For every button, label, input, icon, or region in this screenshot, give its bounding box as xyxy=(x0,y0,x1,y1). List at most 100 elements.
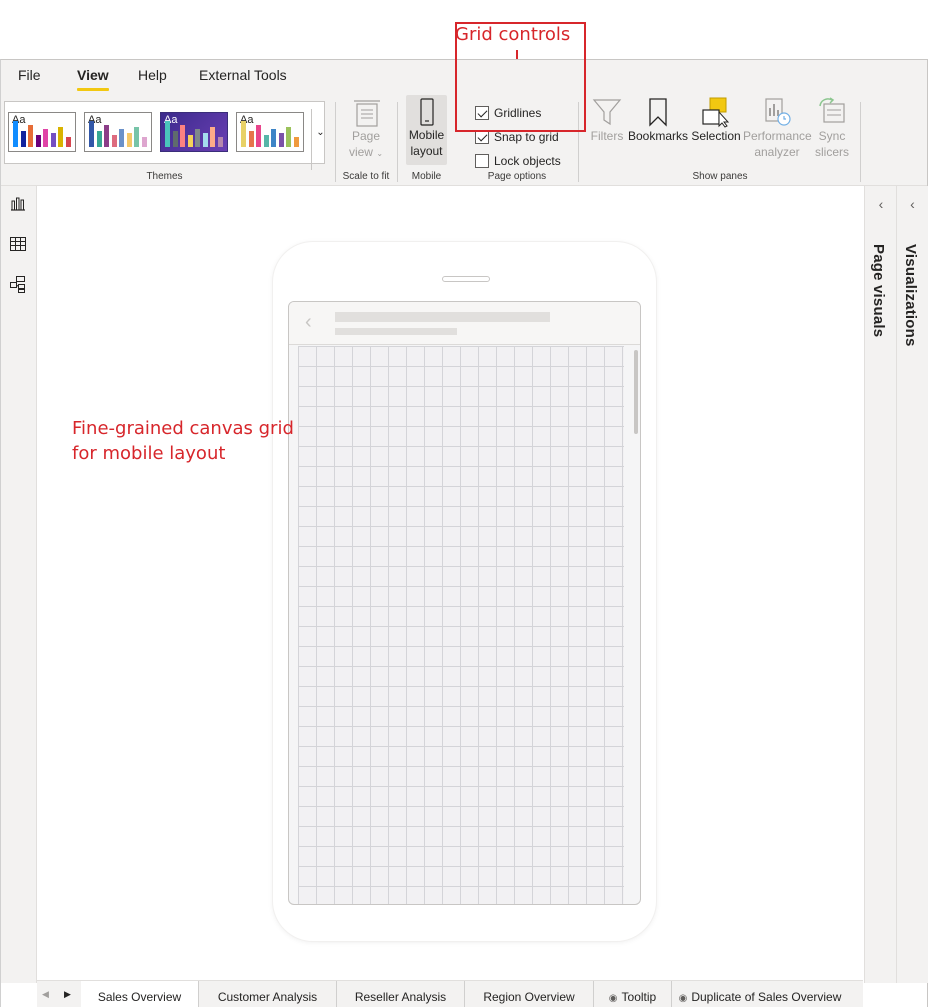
theme-color-bar xyxy=(263,135,269,147)
tab-duplicate-sales-overview[interactable]: ◉ Duplicate of Sales Overview xyxy=(672,981,848,1007)
sync-label-1: Sync xyxy=(818,129,846,143)
canvas-grid-callout: Fine-grained canvas grid for mobile layo… xyxy=(72,418,294,464)
theme-color-bar xyxy=(28,125,33,147)
theme-color-bar xyxy=(286,127,291,147)
theme-color-bar xyxy=(293,137,299,147)
page-options-highlight xyxy=(455,22,586,132)
theme-color-bar xyxy=(89,121,94,147)
mobile-gridlines[interactable] xyxy=(298,346,624,904)
lock-objects-label: Lock objects xyxy=(494,154,561,168)
tab-label: Customer Analysis xyxy=(217,990,318,1004)
theme-color-bar xyxy=(111,135,117,147)
mobile-layout-button[interactable]: Mobile layout xyxy=(406,95,447,165)
visualizations-pane[interactable]: ‹ Visualizations xyxy=(896,186,928,983)
themes-group-label: Themes xyxy=(146,171,183,182)
theme-color-bar xyxy=(50,133,56,147)
theme-color-bar xyxy=(165,121,170,147)
theme-swatch[interactable]: Aa xyxy=(236,112,304,152)
theme-color-bar xyxy=(256,125,261,147)
filter-funnel-icon xyxy=(592,99,622,126)
mobile-group-label: Mobile xyxy=(411,171,442,182)
selection-pane-icon xyxy=(702,97,730,128)
bookmarks-button[interactable]: Bookmarks xyxy=(628,96,688,166)
checkbox-box[interactable] xyxy=(475,154,489,168)
report-view-icon[interactable] xyxy=(8,194,28,214)
performance-analyzer-button[interactable]: Performance analyzer xyxy=(743,96,812,166)
sync-label-2: slicers xyxy=(814,145,849,159)
show-panes-group-label: Show panes xyxy=(692,171,748,182)
theme-color-bar xyxy=(217,137,223,147)
menu-help[interactable]: Help xyxy=(138,67,167,83)
page-view-button[interactable]: Page view ⌄ xyxy=(344,98,388,168)
theme-color-bar xyxy=(119,129,124,147)
tab-region-overview[interactable]: Region Overview xyxy=(465,981,594,1007)
sync-slicers-button[interactable]: Sync slicers xyxy=(812,96,852,166)
theme-color-bar xyxy=(96,131,102,147)
page-visuals-pane[interactable]: ‹ Page visuals xyxy=(864,186,897,983)
filters-label: Filters xyxy=(590,129,624,143)
tab-sales-overview[interactable]: Sales Overview xyxy=(81,981,199,1007)
snap-to-grid-label: Snap to grid xyxy=(494,130,559,144)
theme-color-bar xyxy=(104,125,109,147)
themes-more-button[interactable]: ⌄ xyxy=(311,109,329,170)
mobile-layout-label-2: layout xyxy=(410,144,443,158)
mobile-canvas[interactable]: ‹ xyxy=(288,301,641,905)
theme-color-bar xyxy=(58,127,63,147)
selection-button[interactable]: Selection xyxy=(690,96,742,166)
theme-color-bar xyxy=(20,131,26,147)
tab-label: Sales Overview xyxy=(97,990,182,1004)
ribbon-separator xyxy=(335,102,336,182)
tab-label: Region Overview xyxy=(483,990,575,1004)
menu-view[interactable]: View xyxy=(77,67,109,91)
tab-scroll-right-icon[interactable]: ▶ xyxy=(64,989,71,1000)
page-options-group-label: Page options xyxy=(487,171,547,182)
mobile-scrollbar[interactable] xyxy=(634,350,638,434)
page-view-label-2: view ⌄ xyxy=(348,145,384,159)
theme-color-bar xyxy=(134,127,139,147)
tab-scroll-left-icon[interactable]: ◀ xyxy=(42,989,49,1000)
menu-external-tools[interactable]: External Tools xyxy=(199,67,287,83)
filters-button[interactable]: Filters xyxy=(588,96,626,166)
lock-objects-checkbox[interactable]: Lock objects xyxy=(475,152,561,170)
mobile-phone-icon xyxy=(419,98,434,126)
selection-label: Selection xyxy=(691,129,741,143)
data-view-icon[interactable] xyxy=(8,234,28,254)
mobile-phone-frame: ‹ xyxy=(273,242,656,941)
model-view-icon[interactable] xyxy=(8,274,28,294)
ribbon-separator xyxy=(397,102,398,182)
page-view-icon xyxy=(354,100,380,127)
checkbox-box[interactable] xyxy=(475,130,489,144)
theme-color-bar xyxy=(278,133,284,147)
tab-customer-analysis[interactable]: Customer Analysis xyxy=(199,981,337,1007)
chevron-left-icon[interactable]: ‹ xyxy=(865,196,897,212)
theme-color-bar xyxy=(126,133,132,147)
theme-color-bar xyxy=(180,125,185,147)
theme-color-bar xyxy=(195,129,200,147)
theme-color-bar xyxy=(141,137,147,147)
chevron-left-icon[interactable]: ‹ xyxy=(897,196,928,212)
theme-color-bar xyxy=(65,137,71,147)
hidden-page-icon: ◉ xyxy=(608,993,618,1004)
menu-file[interactable]: File xyxy=(18,67,41,83)
performance-label-1: Performance xyxy=(743,129,812,143)
view-switcher-rail xyxy=(1,186,37,983)
tab-tooltip[interactable]: ◉ Tooltip xyxy=(594,981,672,1007)
hidden-page-icon: ◉ xyxy=(678,993,688,1004)
tab-reseller-analysis[interactable]: Reseller Analysis xyxy=(337,981,465,1007)
theme-color-bar xyxy=(248,131,254,147)
theme-color-bar xyxy=(43,129,48,147)
theme-swatch[interactable]: Aa xyxy=(160,112,228,152)
mobile-layout-label-1: Mobile xyxy=(408,128,445,142)
theme-swatch[interactable]: Aa xyxy=(8,112,76,152)
theme-color-bar xyxy=(202,133,208,147)
theme-color-bar xyxy=(241,121,246,147)
theme-swatch[interactable]: Aa xyxy=(84,112,152,152)
sync-slicers-icon xyxy=(819,97,845,123)
back-chevron-icon: ‹ xyxy=(305,311,312,333)
mobile-header: ‹ xyxy=(289,302,640,345)
themes-gallery: Aa Aa Aa Aa ⌄ xyxy=(4,101,325,170)
scale-to-fit-group-label: Scale to fit xyxy=(342,171,390,182)
bookmark-icon xyxy=(649,98,667,127)
theme-color-bar xyxy=(271,129,276,147)
theme-color-bar xyxy=(172,131,178,147)
